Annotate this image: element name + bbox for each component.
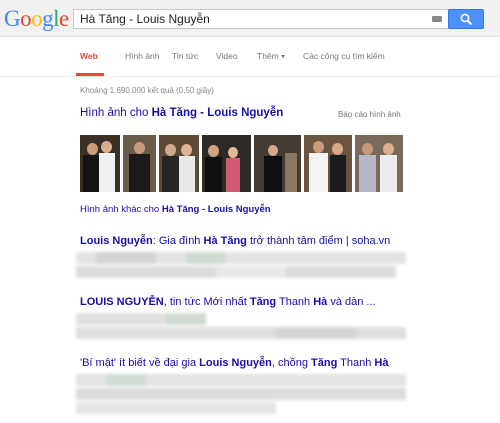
image-thumbnail[interactable]	[202, 135, 251, 192]
title-segment: và dàn ...	[327, 296, 376, 308]
title-segment: Thanh	[276, 296, 314, 308]
search-tabs: Web Hình ảnh Tin tức Video Thêm Các công…	[0, 36, 500, 77]
title-segment: , chồng	[271, 357, 312, 369]
more-images-link[interactable]: Hình ảnh khác cho Hà Tăng - Louis Nguyễn	[80, 204, 271, 215]
search-input[interactable]	[80, 11, 420, 27]
tab-news[interactable]: Tin tức	[172, 51, 198, 61]
report-images-link[interactable]: Báo cáo hình ảnh	[338, 110, 401, 119]
title-segment: trở thành tâm điểm | soha.vn	[246, 235, 391, 247]
title-segment: Hà	[374, 357, 389, 369]
header-bar: Google	[0, 0, 500, 37]
title-segment: Louis Nguyễn	[80, 235, 153, 247]
title-segment: , tin tức Mới nhất	[163, 296, 250, 308]
image-results-heading[interactable]: Hình ảnh cho Hà Tăng - Louis Nguyễn	[80, 107, 283, 119]
tab-more[interactable]: Thêm	[257, 51, 285, 61]
tab-web[interactable]: Web	[80, 51, 98, 61]
caret-down-icon	[280, 55, 285, 59]
result-title-link[interactable]: Louis Nguyễn: Gia đình Hà Tăng trở thành…	[80, 235, 390, 247]
image-thumbnail[interactable]	[254, 135, 301, 192]
logo-letter: o	[31, 6, 43, 31]
logo-letter: e	[59, 6, 69, 31]
blurred-snippet	[76, 374, 406, 414]
logo-letter: g	[42, 6, 54, 31]
title-segment: Tăng	[249, 296, 277, 308]
title-segment: Tăng	[311, 357, 338, 369]
image-thumbnail[interactable]	[80, 135, 120, 192]
result-stats: Khoảng 1.690.000 kết quả (0,50 giây)	[80, 86, 214, 95]
search-button[interactable]	[448, 9, 484, 29]
image-heading-prefix: Hình ảnh cho	[80, 107, 149, 119]
blurred-snippet	[76, 313, 406, 343]
image-thumbnail[interactable]	[123, 135, 156, 192]
title-segment: Hà Tăng	[203, 235, 247, 247]
title-segment: : Gia đình	[152, 235, 204, 247]
title-segment: LOUIS NGUYỄN	[80, 296, 164, 308]
image-heading-query: Hà Tăng - Louis Nguyễn	[151, 107, 284, 119]
title-segment: 'Bí mật' ít biết về đại gia	[80, 357, 200, 369]
tab-search-tools[interactable]: Các công cụ tìm kiếm	[303, 51, 385, 61]
google-logo[interactable]: Google	[4, 6, 69, 32]
search-box[interactable]	[73, 9, 449, 29]
blurred-snippet	[76, 252, 406, 282]
result-title-link[interactable]: 'Bí mật' ít biết về đại gia Louis Nguyễn…	[80, 357, 388, 369]
logo-letter: o	[20, 6, 32, 31]
logo-letter: G	[4, 6, 21, 31]
more-images-prefix: Hình ảnh khác cho	[80, 204, 160, 215]
more-images-query: Hà Tăng - Louis Nguyễn	[161, 204, 271, 215]
image-thumbnail[interactable]	[304, 135, 352, 192]
active-tab-indicator	[76, 73, 104, 76]
result-title-link[interactable]: LOUIS NGUYỄN, tin tức Mới nhất Tăng Than…	[80, 296, 376, 308]
search-icon	[460, 13, 473, 26]
image-thumbnail[interactable]	[159, 135, 199, 192]
title-segment: Louis Nguyễn	[199, 357, 272, 369]
title-segment: Thanh	[337, 357, 375, 369]
image-thumbnail[interactable]	[355, 135, 403, 192]
keyboard-icon[interactable]	[432, 16, 442, 22]
tab-images[interactable]: Hình ảnh	[125, 51, 160, 61]
title-segment: Hà	[313, 296, 328, 308]
tab-video[interactable]: Video	[216, 51, 238, 61]
tab-more-label: Thêm	[257, 51, 279, 61]
